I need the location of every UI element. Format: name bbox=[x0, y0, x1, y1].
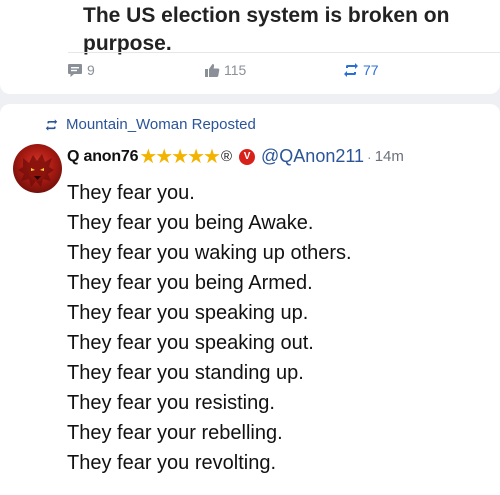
post-line: They fear your rebelling. bbox=[67, 422, 283, 444]
post-line: They fear you waking up others. bbox=[67, 242, 352, 264]
repost-button[interactable]: 77 bbox=[343, 62, 379, 78]
quoted-post-text: The US election system is broken on purp… bbox=[83, 4, 450, 55]
post-line: They fear you being Awake. bbox=[67, 212, 314, 234]
post-line: They fear you speaking out. bbox=[67, 332, 314, 354]
avatar[interactable] bbox=[13, 144, 62, 193]
repost-icon bbox=[344, 63, 358, 77]
post-line: They fear you revolting. bbox=[67, 452, 276, 474]
separator-dot: · bbox=[367, 148, 372, 165]
star-badges: ★★★★★ bbox=[139, 146, 221, 168]
post-line: They fear you speaking up. bbox=[67, 302, 309, 324]
thumbs-up-icon bbox=[205, 63, 220, 77]
post-line: They fear you being Armed. bbox=[67, 272, 313, 294]
comments-count: 9 bbox=[87, 62, 95, 78]
registered-mark: ® bbox=[220, 148, 233, 165]
post-line: They fear you. bbox=[67, 182, 195, 204]
post-timestamp[interactable]: 14m bbox=[375, 148, 404, 165]
author-handle[interactable]: @QAnon211 bbox=[261, 146, 364, 167]
post-author-row: Q anon76 ★★★★★ ® @QAnon211 · 14m bbox=[67, 144, 404, 169]
comment-icon bbox=[68, 63, 82, 77]
likes-count: 115 bbox=[224, 62, 247, 78]
repost-icon bbox=[45, 118, 58, 131]
lion-avatar-icon bbox=[18, 154, 54, 187]
verified-badge-icon bbox=[239, 148, 256, 165]
comments-button[interactable]: 9 bbox=[67, 62, 95, 78]
like-button[interactable]: 115 bbox=[204, 62, 246, 78]
repost-header-label: Mountain_Woman Reposted bbox=[66, 116, 256, 133]
post-body: They fear you. They fear you being Awake… bbox=[67, 178, 497, 478]
divider bbox=[68, 52, 500, 53]
reposts-count: 77 bbox=[363, 62, 379, 78]
author-name[interactable]: Q anon76 bbox=[67, 148, 139, 166]
post-line: They fear you resisting. bbox=[67, 392, 275, 414]
post-line: They fear you standing up. bbox=[67, 362, 304, 384]
post-card[interactable]: Mountain_Woman Reposted Q anon76 ★★★★★ ®… bbox=[0, 104, 500, 495]
quoted-post-card[interactable]: The US election system is broken on purp… bbox=[0, 0, 500, 94]
repost-header[interactable]: Mountain_Woman Reposted bbox=[45, 116, 256, 133]
